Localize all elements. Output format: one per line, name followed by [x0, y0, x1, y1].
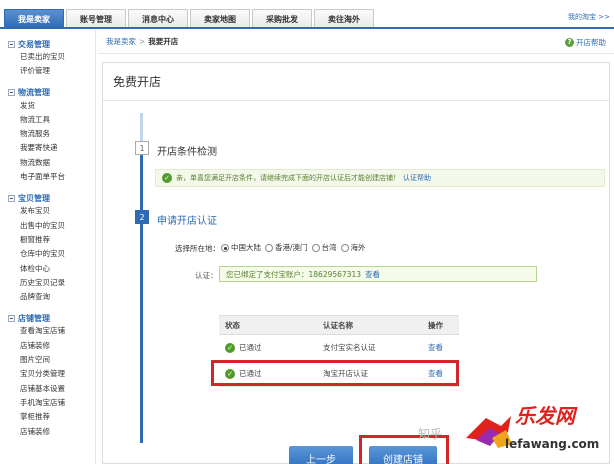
collapse-icon[interactable] [8, 40, 15, 48]
collapse-icon[interactable] [8, 314, 15, 322]
prev-step-button[interactable]: 上一步 [289, 446, 353, 464]
sidebar-item[interactable]: 已卖出的宝贝 [8, 50, 95, 64]
collapse-icon[interactable] [8, 89, 15, 97]
header-action: 操作 [428, 320, 443, 330]
collapse-icon[interactable] [8, 194, 15, 202]
sidebar-item[interactable]: 发布宝贝 [8, 204, 95, 218]
radio-icon[interactable] [340, 243, 349, 252]
sidebar-item[interactable]: 历史宝贝记录 [8, 276, 95, 290]
tab-wholesale[interactable]: 采购批发 [252, 9, 312, 28]
sidebar-item[interactable]: 物流服务 [8, 127, 95, 141]
my-taobao-link[interactable]: 我的淘宝 >> [568, 12, 610, 22]
radio-icon[interactable] [265, 243, 273, 252]
step-1-number: 1 [135, 141, 149, 155]
tab-seller-map[interactable]: 卖家地图 [190, 9, 250, 28]
page-title: 免费开店 [103, 63, 609, 101]
auth-label: 认证： [195, 271, 218, 280]
tab-account[interactable]: 账号管理 [66, 9, 126, 28]
sidebar-item[interactable]: 发货 [8, 99, 95, 113]
region-option-taiwan[interactable]: 台湾 [311, 242, 337, 253]
top-tabs: 我是卖家 账号管理 消息中心 卖家地图 采购批发 卖往海外 [4, 9, 376, 28]
brand-watermark: 乐发网 [515, 404, 575, 428]
step-line [140, 151, 143, 443]
breadcrumb-current: 我要开店 [148, 37, 179, 46]
sidebar-item[interactable]: 我要寄快递 [8, 141, 95, 155]
tab-overseas[interactable]: 卖往海外 [314, 9, 374, 28]
sidebar-item[interactable]: 店铺装修 [8, 425, 95, 439]
step-2-title: 申请开店认证 [157, 216, 217, 227]
region-radio-group: 中国大陆 香港/澳门 台湾 海外 [221, 242, 370, 253]
sidebar-item[interactable]: 仓库中的宝贝 [8, 247, 95, 261]
tab-messages[interactable]: 消息中心 [128, 9, 188, 28]
sidebar-item[interactable]: 物流工具 [8, 113, 95, 127]
check-icon: ✓ [225, 342, 235, 353]
header-name: 认证名称 [323, 320, 353, 330]
sidebar-group-items: 宝贝管理 发布宝贝 出售中的宝贝 橱窗推荐 仓库中的宝贝 体检中心 历史宝贝记录… [8, 192, 95, 304]
sidebar-item[interactable]: 图片空间 [8, 353, 95, 367]
shop-help-link[interactable]: ? 开店帮助 [565, 37, 606, 48]
region-option-mainland[interactable]: 中国大陆 [221, 242, 261, 253]
alipay-bound-text: 您已绑定了支付宝账户：18629567313 [226, 269, 361, 279]
sidebar-group-trade: 交易管理 已卖出的宝贝 评价管理 [8, 38, 95, 79]
alipay-bound-box: 您已绑定了支付宝账户：18629567313 查看 [219, 266, 537, 282]
sidebar-item[interactable]: 出售中的宝贝 [8, 219, 95, 233]
breadcrumb: 我是卖家 > 我要开店 ? 开店帮助 [98, 30, 614, 54]
sidebar-item[interactable]: 品牌查询 [8, 290, 95, 304]
sidebar-item[interactable]: 店铺基本设置 [8, 382, 95, 396]
nav-underline [0, 27, 614, 29]
sidebar-item[interactable]: 店铺装修 [8, 339, 95, 353]
sidebar-item[interactable]: 手机淘宝店铺 [8, 396, 95, 410]
sidebar-item[interactable]: 掌柜推荐 [8, 410, 95, 424]
sidebar-group-shop: 店铺管理 查看淘宝店铺 店铺装修 图片空间 宝贝分类管理 店铺基本设置 手机淘宝… [8, 312, 95, 438]
check-icon: ✓ [162, 173, 172, 183]
step-2-number: 2 [135, 210, 149, 224]
region-option-hk-macau[interactable]: 香港/澳门 [265, 242, 308, 253]
zhihu-watermark: 知乎 [418, 427, 443, 441]
help-icon: ? [565, 38, 574, 47]
condition-notice: ✓ 亲，单喜您满足开店条件，请继续完成下面的开店认证后才能创建店铺！ 认证帮助 [155, 169, 605, 187]
radio-selected-icon[interactable] [221, 243, 229, 252]
step-1-title: 开店条件检测 [157, 147, 217, 158]
sidebar-group-logistics: 物流管理 发货 物流工具 物流服务 我要寄快递 物流数据 电子面单平台 [8, 87, 95, 185]
sidebar-item[interactable]: 物流数据 [8, 156, 95, 170]
highlight-box-row [211, 360, 459, 386]
sidebar-item[interactable]: 电子面单平台 [8, 170, 95, 184]
sidebar-item[interactable]: 查看淘宝店铺 [8, 324, 95, 338]
sidebar: 交易管理 已卖出的宝贝 评价管理 物流管理 发货 物流工具 物流服务 我要寄快递… [0, 30, 96, 464]
top-nav: 我是卖家 账号管理 消息中心 卖家地图 采购批发 卖往海外 我的淘宝 >> [0, 0, 614, 29]
sidebar-group-title[interactable]: 宝贝管理 [8, 192, 95, 204]
region-option-overseas[interactable]: 海外 [340, 242, 366, 253]
radio-icon[interactable] [311, 243, 320, 252]
breadcrumb-separator: > [139, 37, 146, 46]
table-row: ✓ 已通过 支付宝实名认证 查看 [219, 335, 459, 361]
header-status: 状态 [225, 320, 240, 330]
region-label: 选择所在地： [175, 244, 220, 253]
sidebar-group-title[interactable]: 物流管理 [8, 87, 95, 99]
help-label: 开店帮助 [576, 38, 606, 47]
sidebar-item[interactable]: 宝贝分类管理 [8, 367, 95, 381]
sidebar-item[interactable]: 评价管理 [8, 64, 95, 78]
sidebar-item[interactable]: 体检中心 [8, 262, 95, 276]
table-header: 状态 认证名称 操作 [219, 315, 459, 335]
status-cell: ✓ 已通过 [219, 342, 323, 353]
tab-seller[interactable]: 我是卖家 [4, 9, 64, 28]
notice-text: 亲，单喜您满足开店条件，请继续完成下面的开店认证后才能创建店铺！ [176, 174, 400, 182]
view-link[interactable]: 查看 [428, 342, 458, 353]
breadcrumb-root[interactable]: 我是卖家 [106, 36, 136, 47]
sidebar-group-title[interactable]: 交易管理 [8, 38, 95, 50]
site-watermark: lefawang.com [505, 437, 600, 451]
alipay-view-link[interactable]: 查看 [365, 269, 380, 280]
sidebar-item[interactable]: 橱窗推荐 [8, 233, 95, 247]
auth-help-link[interactable]: 认证帮助 [403, 173, 431, 183]
name-cell: 支付宝实名认证 [323, 343, 376, 352]
sidebar-group-title[interactable]: 店铺管理 [8, 312, 95, 324]
